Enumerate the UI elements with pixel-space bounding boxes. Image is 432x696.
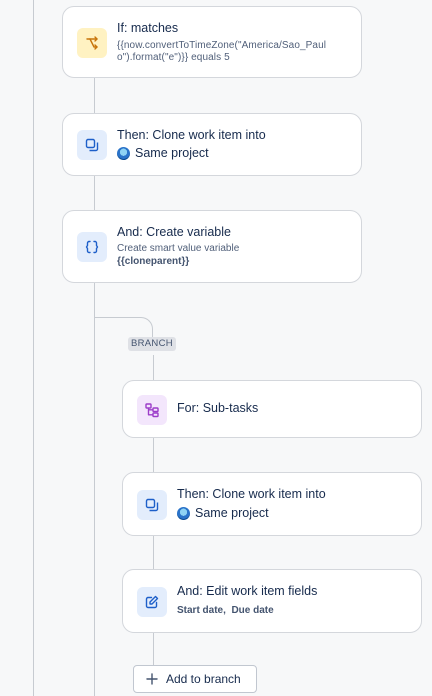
add-to-branch-button[interactable]: Add to branch	[133, 665, 257, 693]
project-avatar-icon	[177, 506, 190, 520]
braces-icon	[77, 232, 107, 262]
branch-clone-title: Then: Clone work item into	[177, 487, 326, 501]
create-variable-title: And: Create variable	[117, 225, 231, 239]
left-guide-line	[33, 0, 34, 696]
add-to-branch-label: Add to branch	[166, 672, 241, 686]
clone-project-label: Same project	[135, 146, 209, 160]
create-variable-card[interactable]: And: Create variable Create smart value …	[62, 210, 362, 283]
clone-icon	[77, 130, 107, 160]
condition-detail-line1: {{now.convertToTimeZone("America/Sao_Pau…	[117, 40, 327, 51]
condition-title: If: matches	[117, 21, 179, 35]
edit-fields-title: And: Edit work item fields	[177, 584, 318, 598]
condition-card[interactable]: If: matches {{now.convertToTimeZone("Ame…	[62, 6, 362, 78]
branch-clone-action-card[interactable]: Then: Clone work item into Same project	[122, 472, 422, 536]
edited-fields-list: Start date, Due date	[177, 605, 274, 616]
project-avatar-icon	[117, 146, 130, 160]
clone-action-card[interactable]: Then: Clone work item into Same project	[62, 113, 362, 176]
create-variable-subtitle: Create smart value variable	[117, 243, 240, 254]
branch-condition-icon	[77, 28, 107, 58]
condition-detail-line2: o").format("e")}} equals 5	[117, 52, 230, 63]
branch-clone-target-project: Same project	[177, 506, 269, 520]
for-subtasks-title: For: Sub-tasks	[177, 401, 259, 415]
plus-icon	[146, 673, 158, 685]
branch-connector-curve	[94, 317, 153, 338]
branch-tag: BRANCH	[128, 337, 176, 351]
variable-name: {{cloneparent}}	[117, 256, 190, 267]
clone-icon	[137, 490, 167, 520]
clone-target-project: Same project	[117, 146, 209, 160]
subtasks-icon	[137, 395, 167, 425]
clone-title: Then: Clone work item into	[117, 128, 266, 142]
edit-fields-card[interactable]: And: Edit work item fields Start date, D…	[122, 569, 422, 633]
for-subtasks-card[interactable]: For: Sub-tasks	[122, 380, 422, 438]
branch-clone-project-label: Same project	[195, 506, 269, 520]
edit-icon	[137, 587, 167, 617]
